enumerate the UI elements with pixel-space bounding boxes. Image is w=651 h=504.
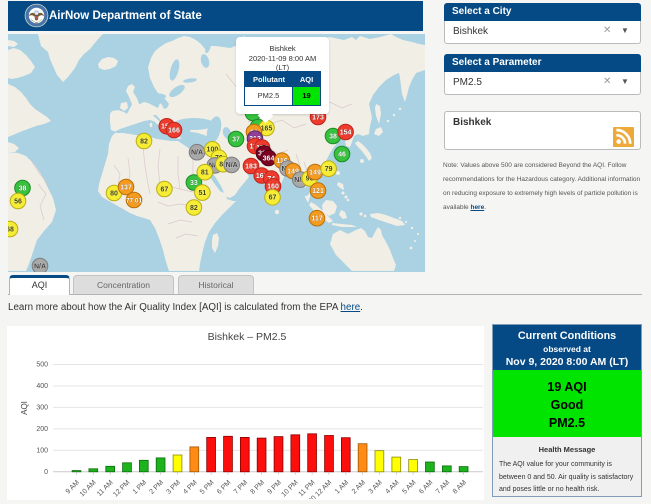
svg-text:173: 173 bbox=[312, 114, 324, 121]
svg-text:7 PM: 7 PM bbox=[233, 479, 250, 496]
svg-text:82: 82 bbox=[140, 138, 148, 145]
svg-text:3 AM: 3 AM bbox=[368, 479, 384, 495]
svg-text:200: 200 bbox=[36, 426, 48, 433]
svg-text:N/A: N/A bbox=[34, 263, 46, 270]
svg-text:6 AM: 6 AM bbox=[418, 479, 434, 495]
svg-text:117: 117 bbox=[311, 216, 322, 223]
svg-text:183: 183 bbox=[245, 163, 257, 170]
svg-text:46: 46 bbox=[338, 151, 346, 158]
svg-text:11 AM: 11 AM bbox=[96, 479, 115, 498]
svg-text:N/A: N/A bbox=[226, 162, 238, 169]
svg-text:0: 0 bbox=[44, 469, 48, 476]
svg-text:8 AM: 8 AM bbox=[452, 479, 468, 495]
svg-text:77.01: 77.01 bbox=[126, 197, 142, 204]
svg-text:79: 79 bbox=[325, 166, 333, 173]
svg-text:67: 67 bbox=[161, 186, 169, 193]
svg-text:67: 67 bbox=[269, 195, 277, 202]
svg-text:38: 38 bbox=[19, 185, 27, 192]
svg-text:10 PM: 10 PM bbox=[280, 479, 299, 498]
svg-text:364: 364 bbox=[263, 155, 275, 162]
svg-text:N/A: N/A bbox=[191, 150, 203, 157]
svg-text:7 AM: 7 AM bbox=[435, 479, 451, 495]
svg-text:AQI: AQI bbox=[20, 401, 29, 415]
svg-text:3 PM: 3 PM bbox=[165, 479, 182, 496]
svg-text:5 PM: 5 PM bbox=[199, 479, 216, 496]
svg-text:2 PM: 2 PM bbox=[149, 479, 166, 496]
svg-text:100: 100 bbox=[36, 448, 48, 455]
svg-text:300: 300 bbox=[36, 405, 48, 412]
svg-text:500: 500 bbox=[36, 362, 48, 369]
svg-text:68: 68 bbox=[8, 226, 14, 233]
svg-text:81: 81 bbox=[201, 170, 209, 177]
svg-text:12 PM: 12 PM bbox=[112, 479, 131, 498]
svg-text:166: 166 bbox=[168, 127, 180, 134]
svg-text:Bishkek – PM2.5: Bishkek – PM2.5 bbox=[208, 331, 287, 343]
svg-text:6 PM: 6 PM bbox=[216, 479, 233, 496]
svg-text:4 AM: 4 AM bbox=[384, 479, 400, 495]
svg-text:154: 154 bbox=[340, 129, 352, 136]
svg-text:137: 137 bbox=[120, 184, 132, 191]
svg-text:1 AM: 1 AM bbox=[334, 479, 350, 495]
svg-text:149: 149 bbox=[309, 169, 321, 176]
svg-text:1 PM: 1 PM bbox=[132, 479, 149, 496]
svg-text:2 AM: 2 AM bbox=[351, 479, 367, 495]
svg-text:165: 165 bbox=[261, 125, 273, 132]
svg-text:51: 51 bbox=[199, 190, 207, 197]
svg-text:38: 38 bbox=[329, 133, 337, 140]
svg-text:56: 56 bbox=[14, 198, 22, 205]
svg-text:80: 80 bbox=[110, 190, 118, 197]
svg-text:33: 33 bbox=[190, 180, 198, 187]
svg-text:8 PM: 8 PM bbox=[250, 479, 267, 496]
svg-text:82: 82 bbox=[190, 205, 198, 212]
svg-text:400: 400 bbox=[36, 383, 48, 390]
svg-text:4 PM: 4 PM bbox=[182, 479, 199, 496]
svg-text:37: 37 bbox=[232, 136, 240, 143]
svg-text:121: 121 bbox=[312, 188, 324, 195]
svg-text:10 AM: 10 AM bbox=[79, 479, 98, 498]
svg-text:5 AM: 5 AM bbox=[401, 479, 417, 495]
